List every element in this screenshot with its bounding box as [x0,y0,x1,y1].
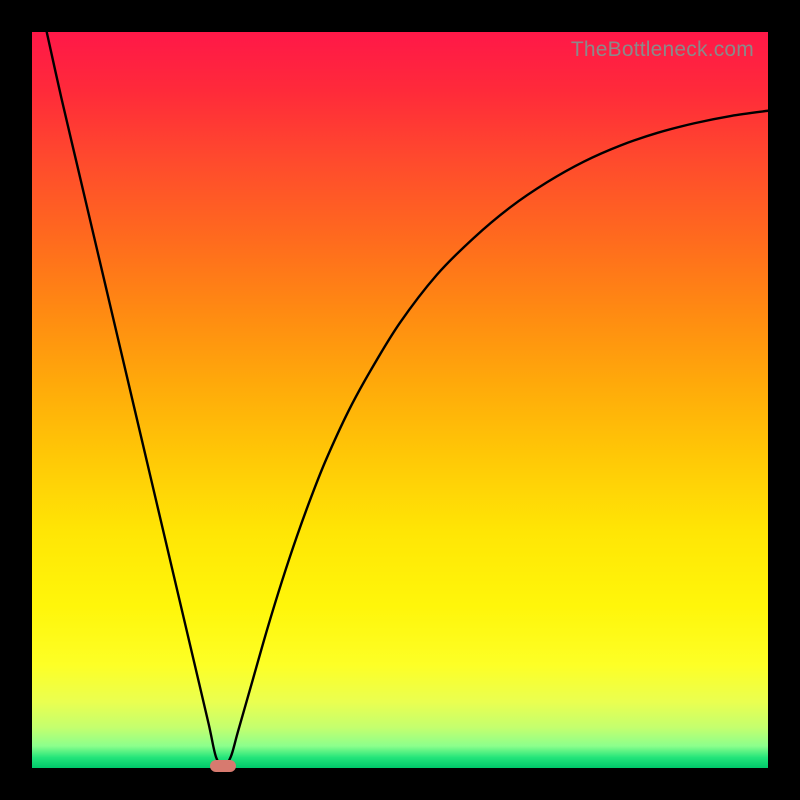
chart-frame: TheBottleneck.com [0,0,800,800]
watermark-text: TheBottleneck.com [571,38,754,62]
minimum-marker [210,760,236,772]
plot-area: TheBottleneck.com [32,32,768,768]
bottleneck-curve [32,32,768,768]
